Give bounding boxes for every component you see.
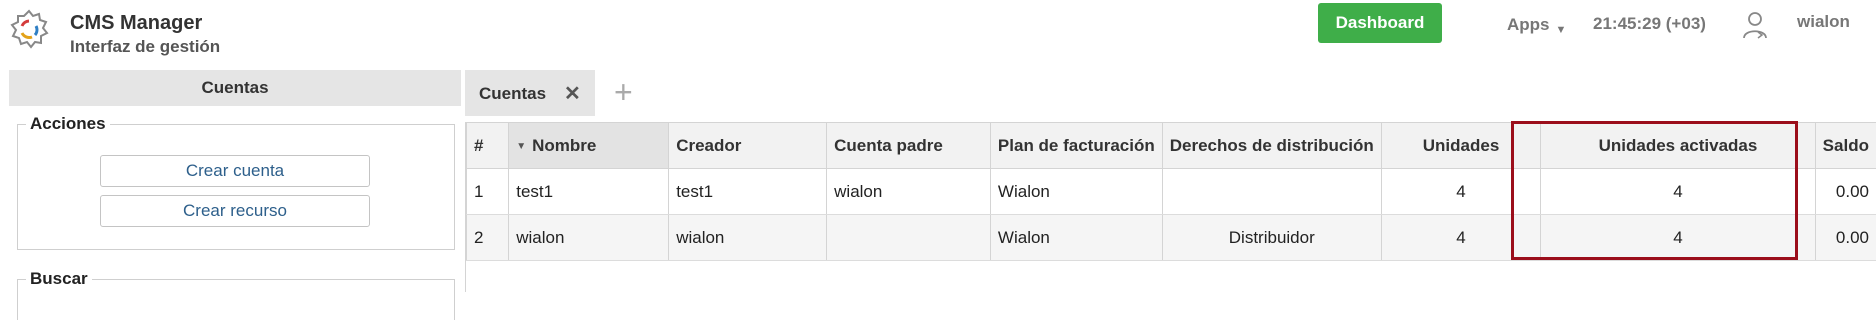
cell-nombre[interactable]: wialon <box>509 215 669 261</box>
app-title: CMS Manager <box>70 12 202 35</box>
cell-saldo: 0.00 <box>1815 169 1876 215</box>
column-header-derechos[interactable]: Derechos de distribución <box>1162 123 1381 169</box>
cell-cuenta-padre <box>827 215 991 261</box>
table-header-row: # ▼ Nombre Creador Cuenta padre Plan de f… <box>467 123 1876 169</box>
apps-menu[interactable]: Apps ▼ <box>1507 15 1566 35</box>
cell-unidades: 4 <box>1381 215 1540 261</box>
create-account-button[interactable]: Crear cuenta <box>100 155 370 187</box>
search-legend: Buscar <box>26 269 92 289</box>
column-header-creador[interactable]: Creador <box>669 123 827 169</box>
cell-cuenta-padre: wialon <box>827 169 991 215</box>
cell-index: 1 <box>467 169 509 215</box>
sort-desc-icon: ▼ <box>516 141 526 152</box>
column-header-nombre[interactable]: ▼ Nombre <box>509 123 669 169</box>
cell-plan: Wialon <box>990 169 1162 215</box>
actions-fieldset: Acciones Crear cuenta Crear recurso <box>17 124 455 250</box>
cell-unidades-activadas: 4 <box>1541 215 1815 261</box>
cell-index: 2 <box>467 215 509 261</box>
column-header-unidades[interactable]: Unidades <box>1381 123 1540 169</box>
cell-unidades-activadas: 4 <box>1541 169 1815 215</box>
column-header-plan[interactable]: Plan de facturación <box>990 123 1162 169</box>
cell-creador: wialon <box>669 215 827 261</box>
close-icon[interactable]: ✕ <box>564 81 581 106</box>
accounts-table: # ▼ Nombre Creador Cuenta padre Plan de f… <box>466 122 1876 261</box>
cell-derechos <box>1162 169 1381 215</box>
search-fieldset: Buscar <box>17 279 455 320</box>
create-resource-button[interactable]: Crear recurso <box>100 195 370 227</box>
plus-icon[interactable]: + <box>614 74 633 110</box>
cell-saldo: 0.00 <box>1815 215 1876 261</box>
server-clock: 21:45:29 (+03) <box>1593 14 1706 34</box>
username[interactable]: wialon <box>1797 12 1850 32</box>
user-icon[interactable] <box>1742 10 1768 40</box>
left-panel-title: Cuentas <box>9 70 461 106</box>
column-header-nombre-label: Nombre <box>532 136 596 155</box>
column-header-index[interactable]: # <box>467 123 509 169</box>
apps-label: Apps <box>1507 15 1550 34</box>
dashboard-button[interactable]: Dashboard <box>1318 3 1442 43</box>
column-header-cuenta-padre[interactable]: Cuenta padre <box>827 123 991 169</box>
cell-derechos: Distribuidor <box>1162 215 1381 261</box>
app-subtitle: Interfaz de gestión <box>70 37 220 57</box>
table-row[interactable]: 2 wialon wialon Wialon Distribuidor 4 4 … <box>467 215 1876 261</box>
tab-cuentas[interactable]: Cuentas ✕ <box>465 70 595 116</box>
caret-down-icon: ▼ <box>1556 24 1567 36</box>
table-row[interactable]: 1 test1 test1 wialon Wialon 4 4 0.00 <box>467 169 1876 215</box>
cell-nombre[interactable]: test1 <box>509 169 669 215</box>
cell-unidades: 4 <box>1381 169 1540 215</box>
cell-plan: Wialon <box>990 215 1162 261</box>
column-header-saldo[interactable]: Saldo <box>1815 123 1876 169</box>
column-header-unidades-activadas[interactable]: Unidades activadas <box>1541 123 1815 169</box>
cms-logo-icon <box>8 8 50 50</box>
accounts-grid: # ▼ Nombre Creador Cuenta padre Plan de f… <box>465 122 1876 292</box>
tab-label: Cuentas <box>479 84 546 104</box>
cell-creador: test1 <box>669 169 827 215</box>
actions-legend: Acciones <box>26 114 110 134</box>
